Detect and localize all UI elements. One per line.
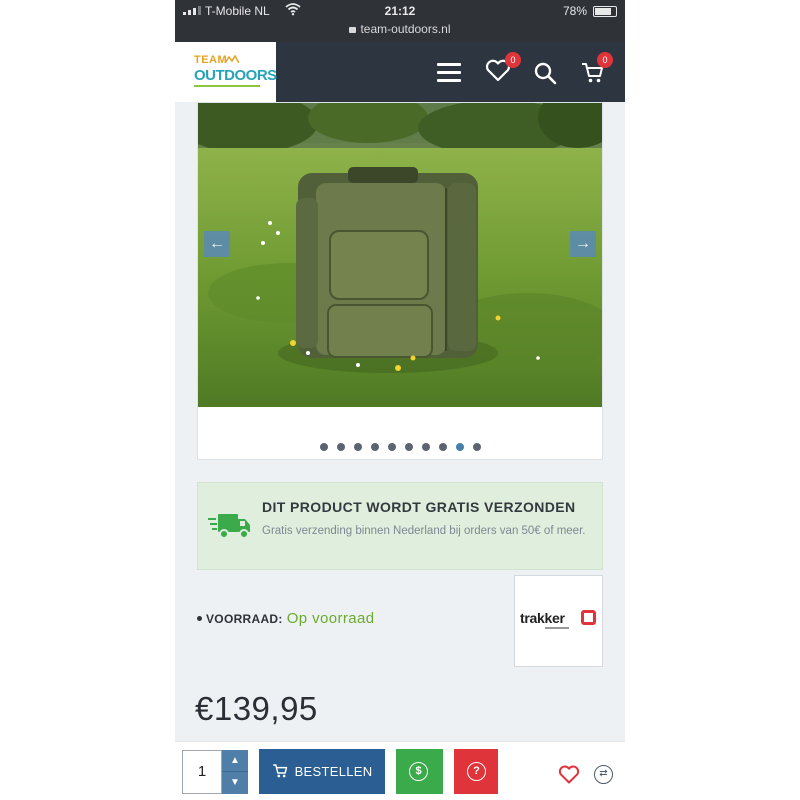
stock-value: Op voorraad bbox=[286, 610, 375, 627]
truck-icon bbox=[208, 514, 250, 539]
search-icon[interactable] bbox=[533, 61, 557, 85]
product-gallery: ← → bbox=[197, 102, 603, 460]
stock-status: VOORRAAD: Op voorraad bbox=[197, 610, 374, 627]
clock: 21:12 bbox=[384, 4, 416, 18]
brand-name: trakker bbox=[520, 610, 565, 626]
stock-label: VOORRAAD: bbox=[206, 612, 283, 626]
brand-tagline-line bbox=[545, 627, 569, 629]
price-alert-button[interactable]: $ bbox=[396, 749, 443, 794]
quantity-input[interactable]: 1 bbox=[182, 750, 222, 794]
address-bar[interactable]: team-outdoors.nl bbox=[175, 22, 625, 42]
cart-icon bbox=[272, 764, 287, 778]
product-image[interactable]: ← → bbox=[198, 103, 602, 407]
next-image-button[interactable]: → bbox=[570, 231, 596, 257]
add-to-wishlist-icon[interactable] bbox=[558, 765, 580, 785]
gallery-dot[interactable] bbox=[472, 443, 481, 451]
shipping-description: Gratis verzending binnen Nederland bij o… bbox=[262, 525, 586, 537]
quantity-decrease-button[interactable]: ▼ bbox=[222, 772, 248, 794]
ask-question-button[interactable]: ? bbox=[454, 749, 498, 794]
gallery-dot[interactable] bbox=[421, 443, 430, 451]
gallery-dot[interactable] bbox=[336, 443, 345, 451]
gallery-dot[interactable] bbox=[455, 443, 464, 451]
gallery-dot[interactable] bbox=[319, 443, 328, 451]
stock-bullet bbox=[197, 616, 202, 621]
shipping-title: DIT PRODUCT WORDT GRATIS VERZONDEN bbox=[262, 499, 576, 515]
status-bar: T-Mobile NL 21:12 78% bbox=[175, 0, 625, 22]
logo-team-text: TEAM bbox=[194, 54, 228, 66]
lock-icon bbox=[349, 27, 357, 33]
menu-icon[interactable] bbox=[437, 63, 461, 82]
gallery-dot[interactable] bbox=[438, 443, 447, 451]
order-button[interactable]: BESTELLEN bbox=[259, 749, 385, 794]
cart-count-badge: 0 bbox=[597, 52, 613, 68]
order-button-label: BESTELLEN bbox=[294, 764, 373, 779]
gallery-dot[interactable] bbox=[387, 443, 396, 451]
phone-screen: T-Mobile NL 21:12 78% team-outdoors.nl T… bbox=[175, 0, 625, 800]
url-text: team-outdoors.nl bbox=[360, 22, 451, 36]
site-header: TEAM OUTDOORS 0 0 bbox=[175, 42, 625, 102]
logo-outdoors-text: OUTDOORS bbox=[194, 67, 277, 84]
wishlist-count-badge: 0 bbox=[505, 52, 521, 68]
backpack-photo bbox=[198, 103, 602, 407]
gallery-dot[interactable] bbox=[353, 443, 362, 451]
gallery-dot[interactable] bbox=[370, 443, 379, 451]
brand-logo[interactable]: trakker bbox=[514, 575, 603, 667]
mountain-icon bbox=[225, 55, 239, 63]
quantity-increase-button[interactable]: ▲ bbox=[222, 750, 248, 772]
gallery-pagination bbox=[198, 443, 602, 451]
gallery-dot[interactable] bbox=[404, 443, 413, 451]
brand-mark-icon bbox=[581, 610, 596, 625]
battery-icon bbox=[593, 6, 617, 17]
question-icon: ? bbox=[467, 762, 486, 781]
battery-percentage: 78% bbox=[562, 4, 587, 18]
product-price: €139,95 bbox=[195, 690, 318, 727]
compare-icon[interactable]: ⇄ bbox=[594, 765, 613, 784]
free-shipping-banner: DIT PRODUCT WORDT GRATIS VERZONDEN Grati… bbox=[197, 482, 603, 570]
dollar-icon: $ bbox=[409, 762, 428, 781]
previous-image-button[interactable]: ← bbox=[204, 231, 230, 257]
purchase-bar: 1 ▲ ▼ BESTELLEN $ ? ⇄ bbox=[175, 741, 625, 800]
logo-underline bbox=[194, 85, 260, 87]
logo[interactable]: TEAM OUTDOORS bbox=[175, 42, 277, 102]
